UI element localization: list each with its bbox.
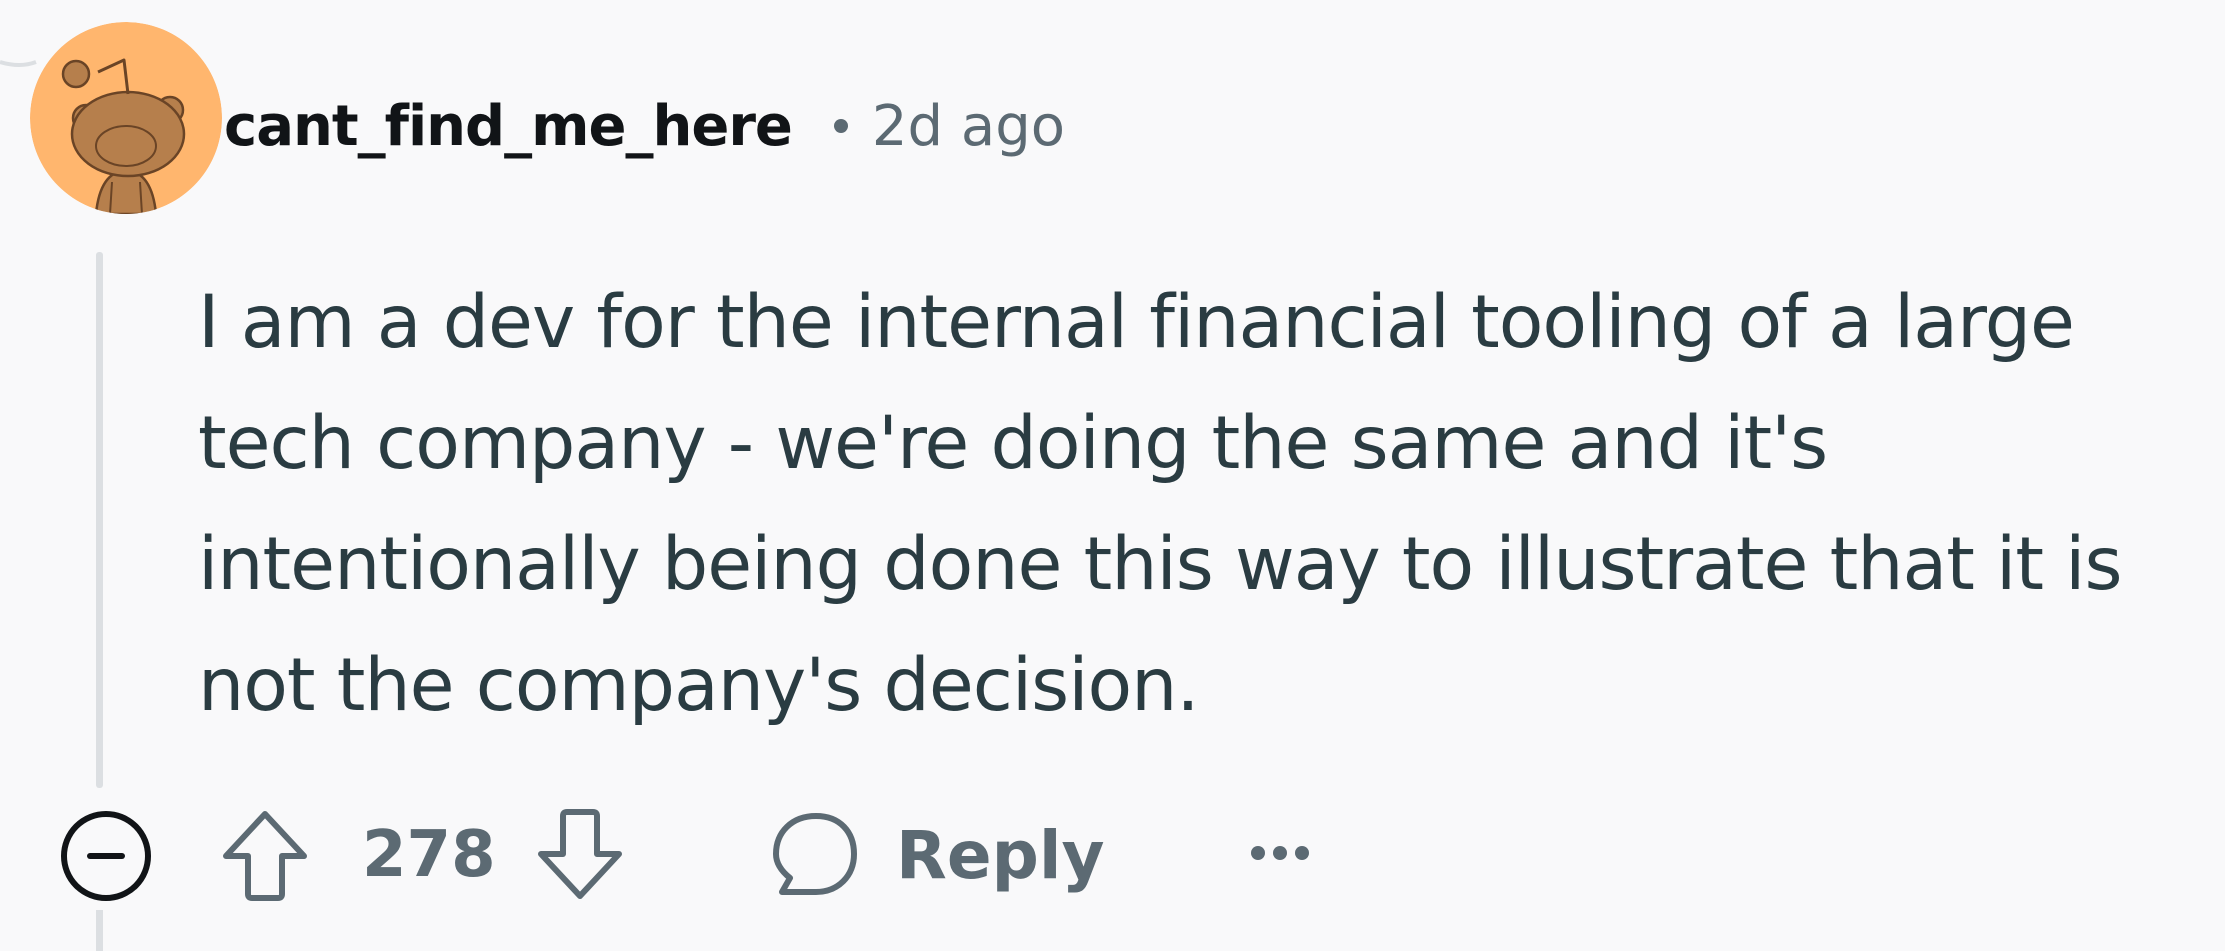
avatar[interactable] xyxy=(30,22,222,214)
arrow-up-icon xyxy=(223,811,307,901)
comment: cant_find_me_here 2d ago I am a dev for … xyxy=(0,0,2225,951)
comment-meta: cant_find_me_here 2d ago xyxy=(224,78,1065,174)
thread-line-continuation xyxy=(96,910,103,951)
username-link[interactable]: cant_find_me_here xyxy=(224,94,793,159)
minus-circle-icon xyxy=(61,811,151,901)
timestamp[interactable]: 2d ago xyxy=(872,94,1065,159)
more-options-button[interactable] xyxy=(1235,818,1325,888)
thread-line[interactable] xyxy=(96,252,103,788)
arrow-down-icon xyxy=(538,809,622,899)
downvote-button[interactable] xyxy=(530,805,630,905)
speech-bubble-icon xyxy=(773,813,857,895)
ellipsis-icon xyxy=(1251,846,1309,860)
reply-label: Reply xyxy=(896,816,1105,894)
separator-dot xyxy=(833,119,848,133)
comment-action-bar: 278 Reply xyxy=(50,800,1550,910)
collapse-button[interactable] xyxy=(56,806,156,906)
comment-body: I am a dev for the internal financial to… xyxy=(198,280,2122,728)
vote-count: 278 xyxy=(362,818,496,892)
snoo-avatar-icon xyxy=(30,22,222,214)
upvote-button[interactable] xyxy=(215,805,315,905)
reply-button[interactable]: Reply xyxy=(760,805,1114,905)
